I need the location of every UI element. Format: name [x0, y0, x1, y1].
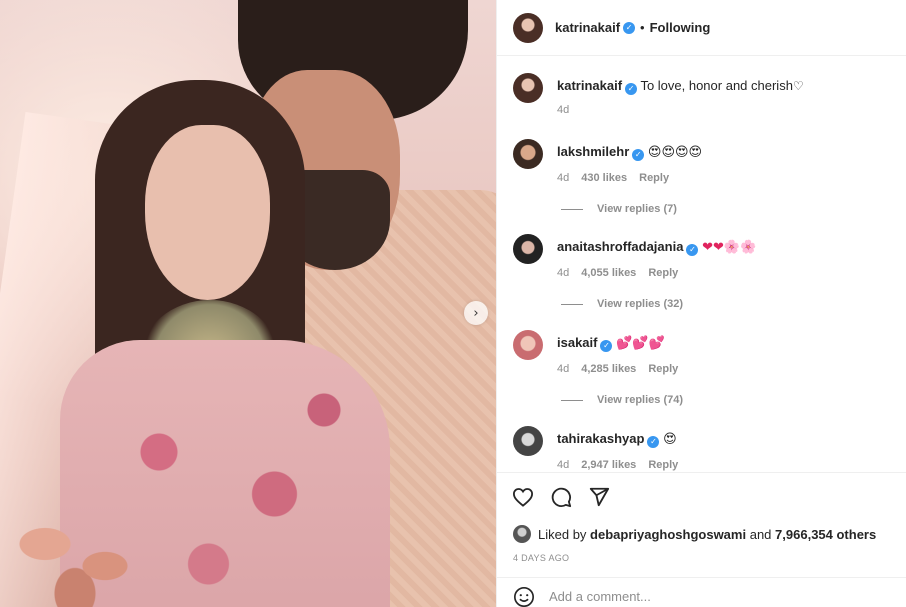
- commenter-avatar[interactable]: [513, 73, 543, 103]
- commenter-username[interactable]: anaitashroffadajania: [557, 239, 683, 254]
- comment-time[interactable]: 4d: [557, 267, 569, 279]
- verified-badge-icon: ✓: [632, 149, 645, 161]
- like-button[interactable]: [511, 485, 535, 509]
- paper-plane-icon: [589, 487, 610, 507]
- comment-time[interactable]: 4d: [557, 172, 569, 184]
- author-username[interactable]: katrinakaif: [555, 20, 620, 35]
- comment-input[interactable]: [549, 589, 849, 604]
- liker-username[interactable]: debapriyaghoshgoswami: [590, 527, 746, 542]
- following-button[interactable]: Following: [650, 20, 711, 35]
- view-replies-button[interactable]: View replies (7): [561, 203, 677, 215]
- commenter-avatar[interactable]: [513, 139, 543, 169]
- view-replies-button[interactable]: View replies (32): [561, 298, 683, 310]
- replies-divider: [561, 303, 583, 305]
- chevron-right-icon: ›: [473, 305, 479, 321]
- liked-by: Liked by debapriyaghoshgoswami and 7,966…: [513, 525, 876, 543]
- comment-time[interactable]: 4d: [557, 104, 569, 116]
- comment-item: isakaif ✓ 💕💕💕 4d 4,285 likes Reply: [513, 330, 893, 375]
- comments-list[interactable]: katrinakaif ✓ To love, honor and cherish♡…: [497, 57, 906, 471]
- comment-item: tahirakashyap ✓ 😍 4d 2,947 likes Reply: [513, 426, 893, 471]
- comment-time[interactable]: 4d: [557, 459, 569, 471]
- post-timestamp[interactable]: 4 DAYS AGO: [513, 553, 569, 563]
- comment-likes[interactable]: 4,285 likes: [581, 363, 636, 375]
- reply-button[interactable]: Reply: [648, 363, 678, 375]
- comment-likes[interactable]: 4,055 likes: [581, 267, 636, 279]
- post-details-panel: katrinakaif ✓ • Following katrinakaif ✓ T…: [496, 0, 906, 607]
- view-replies-label: View replies (74): [597, 394, 684, 406]
- verified-badge-icon: ✓: [647, 436, 660, 448]
- comment-text: 💕💕💕: [616, 336, 665, 351]
- liked-by-prefix: Liked by: [538, 526, 587, 542]
- verified-badge-icon: ✓: [625, 83, 638, 95]
- author-avatar[interactable]: [513, 12, 543, 43]
- comment-button[interactable]: [549, 485, 573, 509]
- replies-divider: [561, 399, 583, 401]
- verified-badge-icon: ✓: [686, 244, 699, 256]
- smiley-icon[interactable]: [513, 586, 535, 607]
- reply-button[interactable]: Reply: [639, 172, 669, 184]
- heart-icon: ♡: [792, 79, 804, 93]
- commenter-avatar[interactable]: [513, 234, 543, 264]
- comment-text: 😍😍😍😍: [647, 145, 703, 160]
- verified-badge-icon: ✓: [600, 340, 613, 352]
- comment-item: anaitashroffadajania ✓ ❤❤🌸🌸 4d 4,055 like…: [513, 234, 893, 279]
- commenter-avatar[interactable]: [513, 330, 543, 360]
- likes-count[interactable]: 7,966,354 others: [775, 527, 876, 542]
- view-replies-label: View replies (32): [597, 298, 684, 310]
- liked-by-and: and: [749, 526, 772, 542]
- caption: katrinakaif ✓ To love, honor and cherish♡…: [513, 73, 893, 116]
- comment-likes[interactable]: 430 likes: [581, 172, 627, 184]
- commenter-username[interactable]: tahirakashyap: [557, 431, 644, 446]
- caption-text: To love, honor and cherish: [640, 78, 793, 93]
- post-header: katrinakaif ✓ • Following: [497, 0, 906, 56]
- bride-face: [145, 125, 270, 300]
- replies-divider: [561, 208, 583, 210]
- liker-avatar[interactable]: [513, 525, 531, 543]
- comment-item: lakshmilehr ✓ 😍😍😍😍 4d 430 likes Reply: [513, 139, 893, 184]
- view-replies-label: View replies (7): [597, 203, 677, 215]
- verified-badge-icon: ✓: [623, 21, 636, 34]
- comment-text: 😍: [663, 432, 677, 447]
- comment-likes[interactable]: 2,947 likes: [581, 459, 636, 471]
- commenter-avatar[interactable]: [513, 426, 543, 456]
- commenter-username[interactable]: katrinakaif: [557, 78, 622, 93]
- share-button[interactable]: [587, 485, 611, 509]
- commenter-username[interactable]: lakshmilehr: [557, 144, 629, 159]
- bouquet: [0, 500, 150, 607]
- heart-outline-icon: [512, 488, 534, 507]
- commenter-username[interactable]: isakaif: [557, 335, 597, 350]
- post-photo[interactable]: ›: [0, 0, 496, 607]
- reply-button[interactable]: Reply: [648, 459, 678, 471]
- reply-button[interactable]: Reply: [648, 267, 678, 279]
- comment-icon: [551, 487, 572, 508]
- post-actions: Liked by debapriyaghoshgoswami and 7,966…: [497, 472, 906, 577]
- comment-time[interactable]: 4d: [557, 363, 569, 375]
- comment-text: ❤❤🌸🌸: [702, 240, 757, 255]
- view-replies-button[interactable]: View replies (74): [561, 394, 683, 406]
- next-image-button[interactable]: ›: [464, 301, 488, 325]
- add-comment-bar: [497, 577, 906, 607]
- header-separator: •: [640, 20, 645, 35]
